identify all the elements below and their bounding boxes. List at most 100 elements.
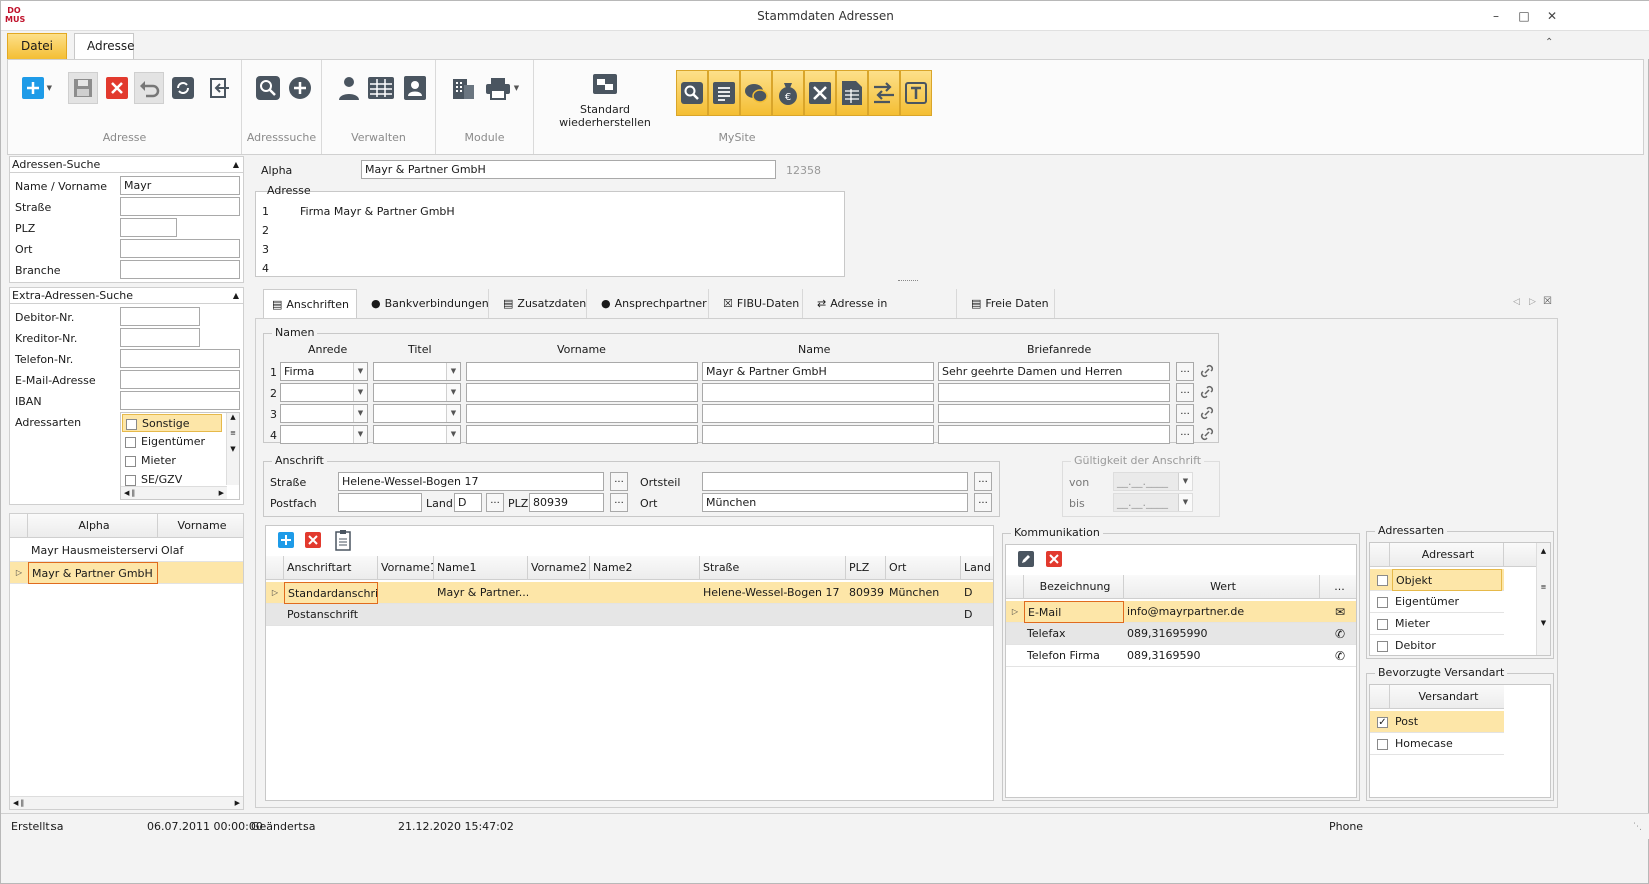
link-button[interactable] [1199, 426, 1217, 444]
close-tab-icon[interactable]: ☒ [1543, 296, 1552, 307]
collapse-ribbon-icon[interactable]: ⌃ [1545, 37, 1553, 48]
save-button[interactable] [68, 72, 98, 104]
titel-select[interactable]: ▼ [373, 404, 461, 423]
add-anschrift-button[interactable] [278, 532, 294, 551]
briefanrede-lookup-button[interactable]: ... [1176, 425, 1194, 444]
email-action-icon[interactable]: ✉ [1332, 601, 1352, 623]
kreditor-input[interactable] [120, 328, 200, 347]
checkbox[interactable] [1374, 733, 1390, 755]
vorname-input[interactable] [466, 362, 698, 381]
list-item[interactable]: Eigentümer [122, 433, 222, 451]
col-bezeichnung[interactable]: Bezeichnung [1024, 575, 1124, 599]
col-action[interactable]: ... [1320, 575, 1356, 599]
anrede-select[interactable]: ▼ [280, 404, 368, 423]
email-input[interactable] [120, 370, 240, 389]
clipboard-button[interactable] [334, 529, 352, 554]
delete-button[interactable] [102, 72, 132, 104]
col-strasse[interactable]: Straße [700, 556, 846, 580]
debitor-input[interactable] [120, 307, 200, 326]
plz-lookup-button[interactable]: ... [610, 493, 628, 512]
phone-input[interactable] [120, 349, 240, 368]
mysite-tools-button[interactable] [804, 70, 836, 116]
briefanrede-lookup-button[interactable]: ... [1176, 404, 1194, 423]
mysite-chat-button[interactable] [740, 70, 772, 116]
col-wert[interactable]: Wert [1124, 575, 1320, 599]
anrede-select[interactable]: ▼ [280, 425, 368, 444]
anrede-select[interactable]: Firma ▼ [280, 362, 368, 381]
land-lookup-button[interactable]: ... [486, 493, 504, 512]
alpha-input[interactable]: Mayr & Partner GmbH [361, 160, 776, 179]
mysite-text-button[interactable] [900, 70, 932, 116]
phone-action-icon[interactable]: ✆ [1332, 645, 1352, 667]
branche-input[interactable] [120, 260, 240, 279]
address-line-1[interactable]: Firma Mayr & Partner GmbH [300, 205, 455, 218]
undo-button[interactable] [134, 72, 164, 104]
checkbox[interactable] [1374, 591, 1390, 613]
adressarten-list[interactable]: Sonstige Eigentümer Mieter SE/GZV ▲ ≡ ▼ ◀ … [120, 412, 240, 500]
briefanrede-input[interactable] [938, 404, 1170, 423]
vorname-input[interactable] [466, 404, 698, 423]
tab-anschriften[interactable]: ▤ Anschriften [263, 289, 357, 319]
checkbox[interactable] [1374, 569, 1390, 591]
city-input[interactable] [120, 239, 240, 258]
street-input[interactable] [120, 197, 240, 216]
briefanrede-input[interactable]: Sehr geehrte Damen und Herren [938, 362, 1170, 381]
tab-bankverbindungen[interactable]: ● Bankverbindungen [363, 289, 489, 319]
plz-input[interactable] [120, 218, 177, 237]
tab-freie-daten[interactable]: ▤ Freie Daten [963, 289, 1055, 319]
briefanrede-lookup-button[interactable]: ... [1176, 383, 1194, 402]
col-vorname1[interactable]: Vorname1 [378, 556, 434, 580]
table-row[interactable]: ▷ E-Mail info@mayrpartner.de ✉ [1006, 601, 1356, 623]
mysite-money-button[interactable]: € [772, 70, 804, 116]
col-alpha[interactable]: Alpha [28, 514, 158, 538]
vertical-scrollbar[interactable]: ▲ ≡ ▼ [1536, 543, 1550, 655]
horizontal-scrollbar[interactable]: ◀ ‖ ▶ [121, 486, 227, 499]
strasse-lookup-button[interactable]: ... [610, 472, 628, 491]
titel-select[interactable]: ▼ [373, 362, 461, 381]
col-vorname2[interactable]: Vorname2 [528, 556, 590, 580]
tab-fibu-daten[interactable]: ☒ FIBU-Daten [715, 289, 803, 319]
name-input[interactable] [702, 425, 934, 444]
table-row[interactable]: Mayr Hausmeisterservice Olaf [10, 540, 243, 562]
name-input[interactable]: Mayr [120, 176, 240, 195]
list-item[interactable]: Mieter [1370, 613, 1504, 635]
ortsteil-lookup-button[interactable]: ... [974, 472, 992, 491]
close-window-button[interactable]: ✕ [1542, 7, 1562, 25]
person-button[interactable] [334, 72, 364, 104]
iban-input[interactable] [120, 391, 240, 410]
link-button[interactable] [1199, 384, 1217, 402]
mysite-transfer-button[interactable] [868, 70, 900, 116]
building-button[interactable] [448, 72, 478, 104]
checkbox[interactable] [1374, 613, 1390, 635]
delete-anschrift-button[interactable] [305, 532, 321, 551]
tab-prev-icon[interactable]: ◁ [1513, 297, 1520, 307]
col-anschriftart[interactable]: Anschriftart [284, 556, 378, 580]
table-row[interactable]: Telefax 089,31695990 ✆ [1006, 623, 1356, 645]
ortsteil-input[interactable] [702, 472, 968, 491]
tab-adresse[interactable]: Adresse [74, 33, 135, 59]
contact-card-button[interactable] [400, 72, 430, 104]
list-item[interactable]: Homecase [1370, 733, 1504, 755]
vorname-input[interactable] [466, 383, 698, 402]
postfach-input[interactable] [338, 493, 422, 512]
name-input[interactable] [702, 404, 934, 423]
col-plz[interactable]: PLZ [846, 556, 886, 580]
briefanrede-input[interactable] [938, 383, 1170, 402]
col-name2[interactable]: Name2 [590, 556, 700, 580]
land-input[interactable]: D [454, 493, 482, 512]
mysite-spreadsheet-button[interactable] [836, 70, 868, 116]
delete-kommunikation-button[interactable] [1046, 551, 1062, 570]
col-name1[interactable]: Name1 [434, 556, 528, 580]
collapse-icon[interactable]: ▲ [233, 288, 239, 304]
list-button[interactable] [366, 72, 396, 104]
print-button[interactable]: ▼ [482, 72, 522, 104]
name-input[interactable] [702, 383, 934, 402]
mysite-search-button[interactable] [676, 70, 708, 116]
edit-kommunikation-button[interactable] [1018, 551, 1034, 570]
table-row[interactable]: Postanschrift D [266, 604, 993, 626]
tab-next-icon[interactable]: ▷ [1529, 297, 1536, 307]
anrede-select[interactable]: ▼ [280, 383, 368, 402]
list-item[interactable]: Eigentümer [1370, 591, 1504, 613]
table-row[interactable]: ▷ Mayr & Partner GmbH [10, 562, 243, 584]
col-ort[interactable]: Ort [886, 556, 961, 580]
